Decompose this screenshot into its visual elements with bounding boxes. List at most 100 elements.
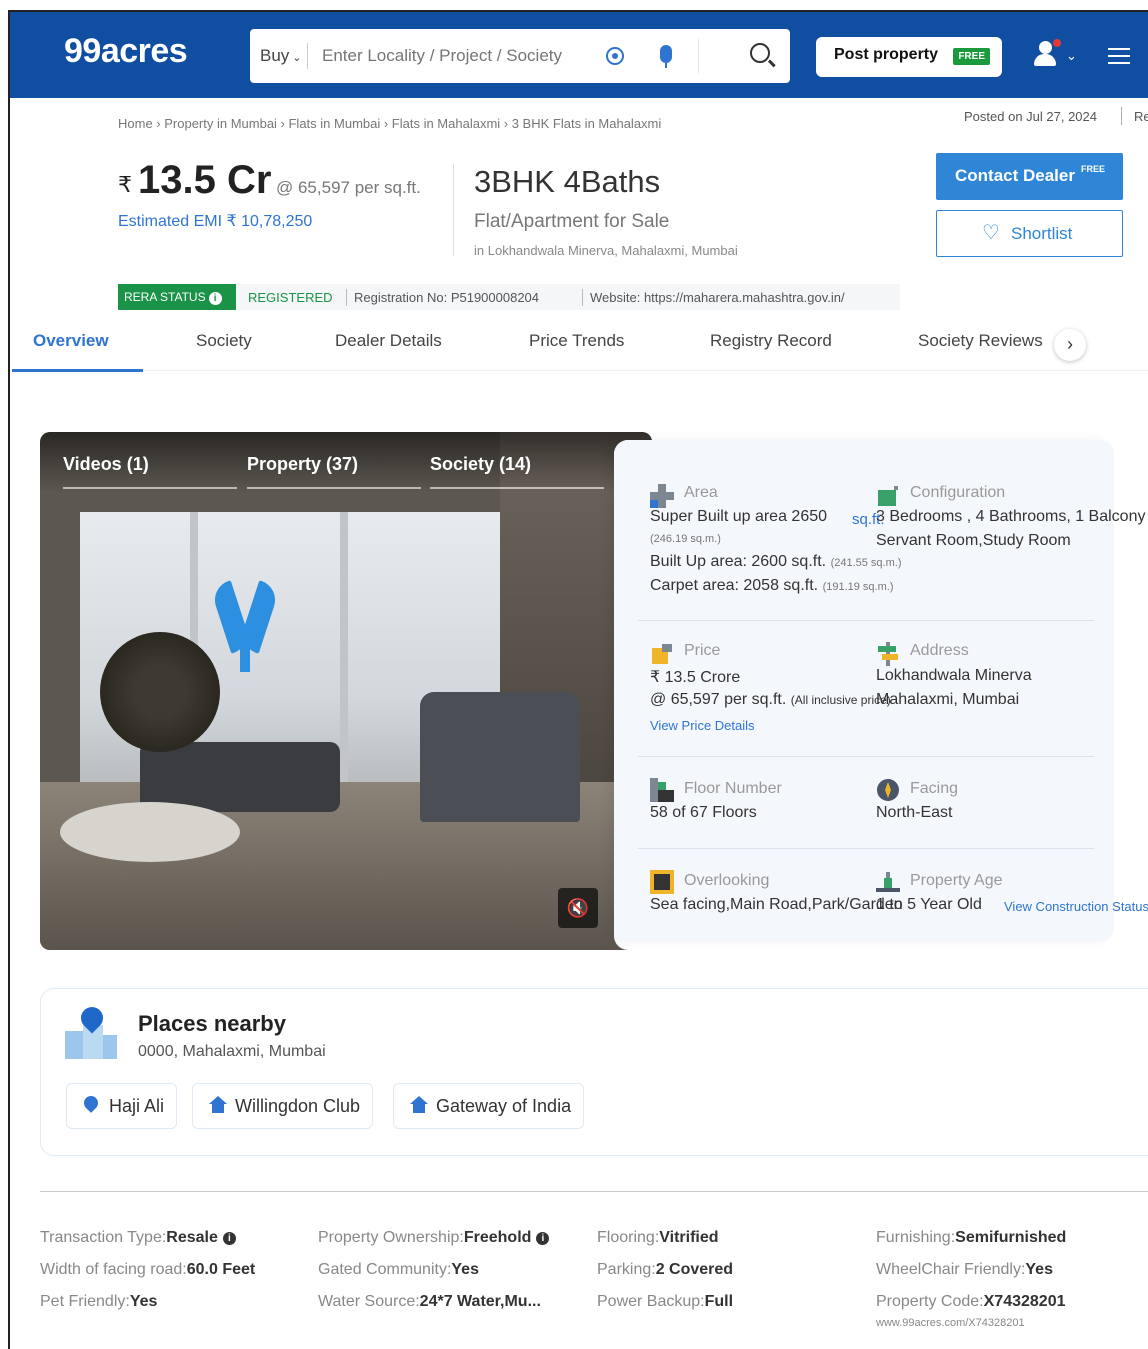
view-price-details-link[interactable]: View Price Details <box>650 718 755 733</box>
feature-water-source: Water Source:24*7 Water,Mu... <box>318 1293 541 1310</box>
feature-value: 2 Covered <box>655 1261 734 1278</box>
place-chip-label: Willingdon Club <box>235 1096 361 1116</box>
gallery-image <box>420 692 580 822</box>
feature-value: Semifurnished <box>955 1229 1067 1246</box>
signpost-icon <box>878 642 898 666</box>
gallery-tab-property[interactable]: Property (37) <box>247 454 358 475</box>
super-built-sqm: (246.19 sq.m.) <box>650 533 721 545</box>
tab-registry-record[interactable]: Registry Record <box>710 331 832 351</box>
breadcrumb[interactable]: Home › Property in Mumbai › Flats in Mum… <box>118 116 661 131</box>
location-target-icon[interactable] <box>606 47 624 65</box>
photo-gallery[interactable]: Videos (1) Property (37) Society (14) 🔇 <box>40 432 652 950</box>
gallery-image <box>100 632 220 752</box>
tab-society[interactable]: Society <box>196 331 252 351</box>
gallery-tab-videos[interactable]: Videos (1) <box>63 454 149 475</box>
tab-dealer-details[interactable]: Dealer Details <box>335 331 442 351</box>
address-line1: Lokhandwala Minerva <box>876 667 1032 684</box>
feature-width-of-road: Width of facing road:60.0 Feet <box>40 1261 256 1278</box>
map-pin-icon <box>81 1093 101 1114</box>
rera-website[interactable]: Website: https://maharera.mahashtra.gov.… <box>590 290 845 305</box>
place-chip-haji-ali[interactable]: Haji Ali <box>66 1083 178 1129</box>
configuration-extra-rooms: Servant Room,Study Room <box>876 532 1071 549</box>
built-up-sqm: (241.55 sq.m.) <box>830 557 902 569</box>
compass-icon <box>877 779 899 801</box>
place-chip-gateway-of-india[interactable]: Gateway of India <box>393 1083 585 1129</box>
rera-registration-no: Registration No: P51900008204 <box>354 290 540 305</box>
place-chip-label: Gateway of India <box>436 1096 572 1116</box>
feature-pet-friendly: Pet Friendly:Yes <box>40 1293 158 1310</box>
page-frame: 99acres Buy⌄ Post property FREE ⌄ Home ›… <box>8 10 1148 1349</box>
divider <box>63 487 237 489</box>
logo[interactable]: 99acres <box>64 32 188 71</box>
price-per-sqft: @ 65,597 per sq.ft. <box>276 178 421 197</box>
gallery-tab-society[interactable]: Society (14) <box>430 454 531 475</box>
feature-label: WheelChair Friendly <box>876 1261 1021 1278</box>
divider <box>307 43 308 69</box>
feature-label: Property Code <box>876 1293 980 1310</box>
view-construction-status-link[interactable]: View Construction Status <box>1004 899 1148 914</box>
search-icon[interactable] <box>750 43 770 63</box>
tab-overview[interactable]: Overview <box>33 331 109 351</box>
feature-label: Width of facing road <box>40 1261 183 1278</box>
gallery-tabs: Videos (1) Property (37) Society (14) <box>40 432 652 492</box>
price-per-sqft-value: @ 65,597 per sq.ft. <box>650 691 787 708</box>
facing-value: North-East <box>876 804 953 821</box>
gallery-image <box>340 512 348 782</box>
feature-ownership: Property Ownership:Freehold i <box>318 1229 550 1247</box>
feature-parking: Parking:2 Covered <box>597 1261 734 1278</box>
price-label: Price <box>684 642 721 659</box>
feature-label: Furnishing <box>876 1229 951 1246</box>
hamburger-menu-icon[interactable] <box>1108 48 1130 64</box>
address-label: Address <box>910 642 969 659</box>
mute-icon[interactable]: 🔇 <box>558 888 598 928</box>
feature-value: X74328201 <box>983 1293 1066 1310</box>
property-age-label: Property Age <box>910 872 1003 889</box>
carpet-sqm: (191.19 sq.m.) <box>822 581 894 593</box>
buy-dropdown[interactable]: Buy ⌄ <box>260 46 302 66</box>
post-property-button[interactable]: Post property FREE <box>816 37 1002 77</box>
gallery-image <box>60 802 240 862</box>
feature-furnishing: Furnishing:Semifurnished <box>876 1229 1067 1246</box>
config-subtitle: Flat/Apartment for Sale <box>474 211 670 232</box>
rupee-symbol: ₹ <box>118 172 132 197</box>
divider <box>247 487 421 489</box>
floor-value: 58 of 67 Floors <box>650 804 757 821</box>
price-value: ₹ 13.5 Crore <box>650 669 741 686</box>
place-chip-willingdon-club[interactable]: Willingdon Club <box>192 1083 374 1129</box>
posted-extra: Re <box>1134 109 1148 124</box>
free-badge: FREE <box>953 48 990 65</box>
chevron-right-icon[interactable]: › <box>1054 329 1086 361</box>
tab-society-reviews[interactable]: Society Reviews <box>918 331 1043 351</box>
contact-dealer-button[interactable]: Contact Dealer FREE <box>936 153 1123 200</box>
property-url[interactable]: www.99acres.com/X74328201 <box>876 1317 1025 1329</box>
info-icon[interactable]: i <box>222 1232 236 1245</box>
rera-status-badge: RERA STATUS i <box>118 284 236 310</box>
feature-label: Pet Friendly <box>40 1293 126 1310</box>
configuration-rooms: 3 Bedrooms , 4 Bathrooms, 1 Balcony <box>876 508 1146 525</box>
overlooking-label: Overlooking <box>684 872 770 889</box>
super-built-value: Super Built up area 2650 <box>650 508 828 525</box>
price-tag-icon <box>652 644 672 664</box>
places-nearby-card: Places nearby 0000, Mahalaxmi, Mumbai Ha… <box>40 988 1148 1156</box>
feature-label: Water Source <box>318 1293 416 1310</box>
divider <box>638 848 1094 849</box>
feature-value: Yes <box>451 1261 479 1278</box>
chevron-down-icon[interactable]: ⌄ <box>1066 48 1077 64</box>
emi-link[interactable]: Estimated EMI ₹ 10,78,250 <box>118 211 312 231</box>
search-input[interactable] <box>322 41 572 71</box>
divider <box>453 164 454 256</box>
landmark-icon <box>410 1096 428 1114</box>
shortlist-button[interactable]: ♡ Shortlist <box>936 210 1123 257</box>
price-amount: 13.5 Cr <box>138 158 272 202</box>
gallery-image <box>209 580 281 672</box>
landmark-icon <box>209 1096 227 1114</box>
microphone-icon[interactable] <box>660 45 672 68</box>
rera-registered: REGISTERED <box>248 290 333 305</box>
tab-price-trends[interactable]: Price Trends <box>529 331 624 351</box>
property-age-value: 1 to 5 Year Old <box>876 896 982 913</box>
info-icon[interactable]: i <box>536 1232 550 1245</box>
heart-icon: ♡ <box>982 222 1000 244</box>
info-icon[interactable]: i <box>208 292 222 305</box>
property-details-card: Area Super Built up area 2650 sq.ft. (24… <box>614 440 1148 942</box>
carpet-value: Carpet area: 2058 sq.ft. <box>650 577 819 594</box>
